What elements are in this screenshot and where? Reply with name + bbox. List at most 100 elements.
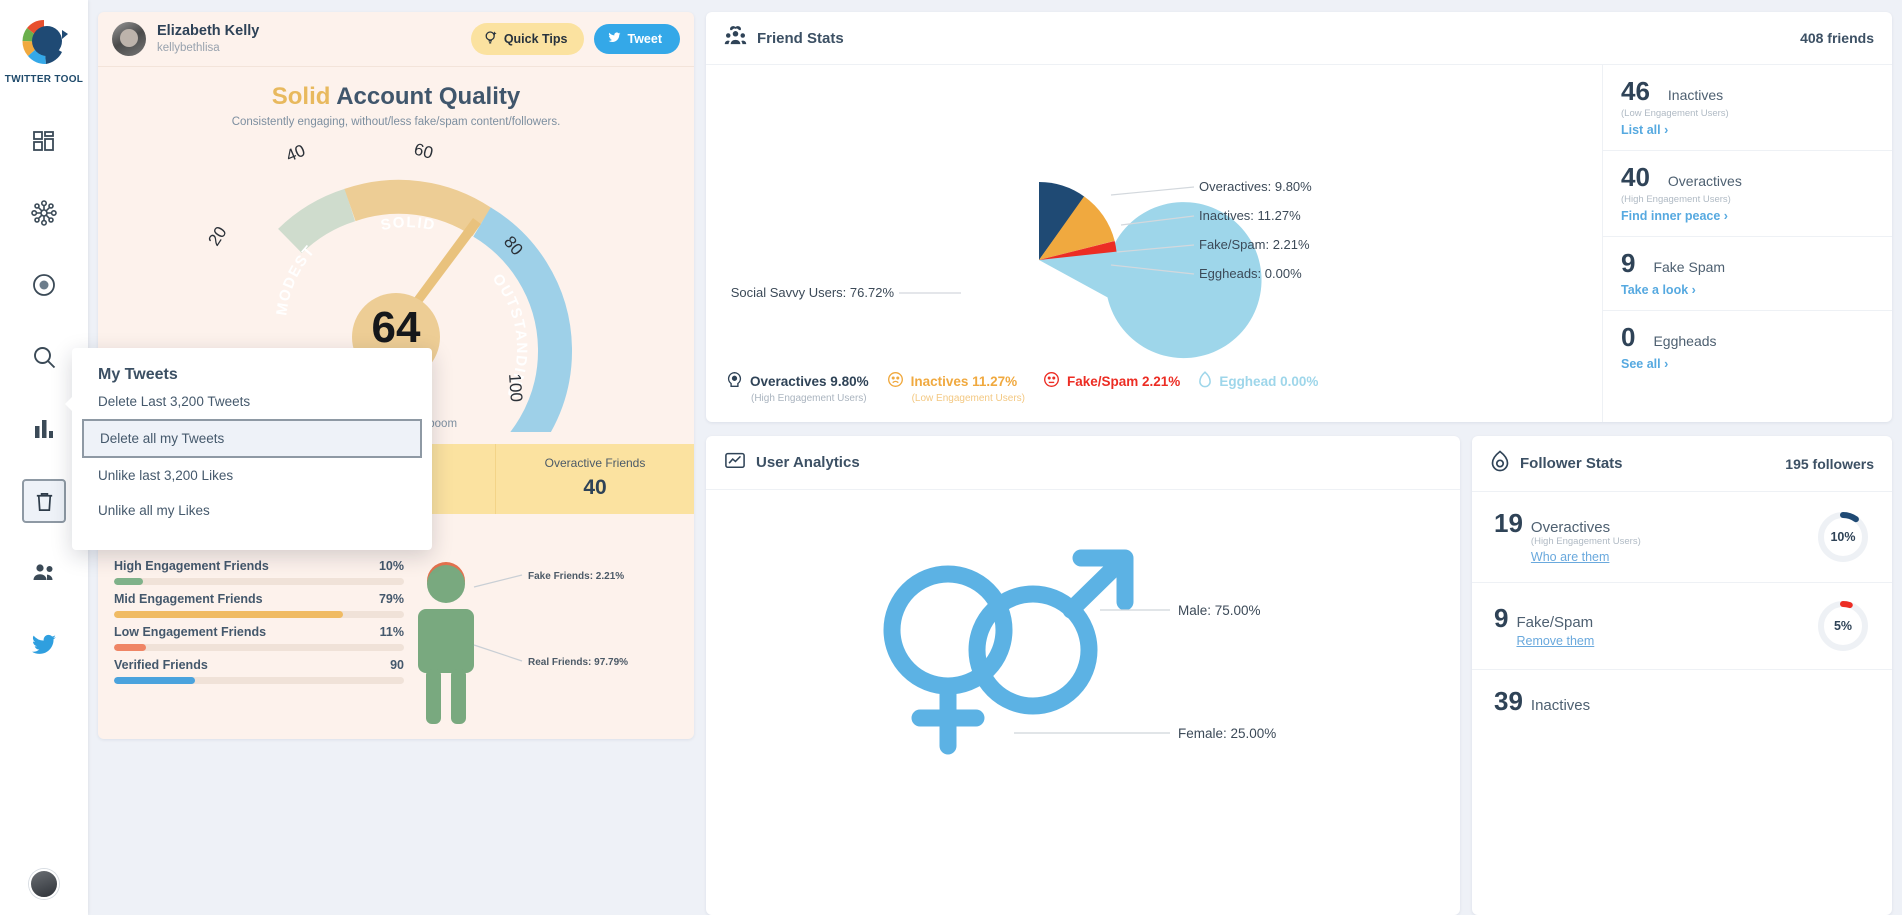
follower-row-overactives: 19 Overactives (High Engagement Users) W… [1472, 492, 1892, 583]
bar-row: Low Engagement Friends 11% [114, 625, 404, 651]
bar-row: Mid Engagement Friends 79% [114, 592, 404, 618]
sidebar-item-delete[interactable] [22, 479, 66, 523]
sidebar-item-twitter[interactable] [22, 623, 66, 667]
user-avatar[interactable] [29, 869, 59, 899]
user-analytics-title: User Analytics [756, 454, 860, 471]
person-figure-icon: Fake Friends: 2.21% Real Friends: 97.79% [418, 562, 628, 724]
legend-item-inactives: Inactives 11.27% (Low Engagement Users) [887, 371, 1025, 404]
friend-count-label: Overactive Friends [544, 456, 646, 470]
sidebar-item-friends[interactable] [22, 551, 66, 595]
svg-text:Eggheads: 0.00%: Eggheads: 0.00% [1199, 266, 1302, 281]
sidebar-item-target[interactable] [22, 263, 66, 307]
bar-track [114, 677, 404, 684]
profile-name: Elizabeth Kelly [157, 23, 260, 40]
side-stat-link[interactable]: See all › [1621, 357, 1668, 371]
svg-text:Overactives: 9.80%: Overactives: 9.80% [1199, 179, 1312, 194]
follower-row-donut: 10% [1816, 510, 1870, 564]
overactive-icon [726, 371, 743, 391]
side-stat-number: 46 [1621, 76, 1650, 106]
engagement-bars: High Engagement Friends 10% Mid Engageme… [114, 559, 404, 729]
circleboom-logo-icon [18, 16, 70, 68]
bar-fill [114, 578, 143, 585]
avatar [112, 22, 146, 56]
follower-row-link[interactable]: Remove them [1516, 634, 1594, 648]
app-logo-label: TWITTER TOOL [4, 74, 84, 85]
follower-row-number: 19 [1494, 508, 1523, 538]
svg-text:Fake Friends: 2.21%: Fake Friends: 2.21% [528, 571, 624, 582]
side-stat-inactives: 46 Inactives (Low Engagement Users) List… [1603, 65, 1892, 151]
quality-title-accent: Solid [271, 83, 331, 110]
side-stat-link[interactable]: Find inner peace › [1621, 209, 1728, 223]
svg-text:Fake/Spam: 2.21%: Fake/Spam: 2.21% [1199, 237, 1310, 252]
page-title: Solid Account Quality [98, 83, 694, 111]
user-analytics-header: User Analytics [706, 436, 1460, 490]
legend-sub: (High Engagement Users) [751, 393, 867, 404]
svg-text:40: 40 [283, 141, 308, 166]
right-column: Friend Stats 408 friends Overactives: 9.… [706, 12, 1892, 915]
svg-text:Female: 25.00%: Female: 25.00% [1178, 726, 1276, 741]
side-stat-eggheads: 0 Eggheads See all › [1603, 311, 1892, 384]
analytics-icon [724, 450, 746, 475]
side-stat-overactives: 40 Overactives (High Engagement Users) F… [1603, 151, 1892, 237]
legend-item-overactives: Overactives 9.80% (High Engagement Users… [726, 371, 869, 404]
sidebar-item-network[interactable] [22, 191, 66, 235]
my-tweets-menu: My Tweets Delete Last 3,200 Tweets Delet… [65, 348, 432, 550]
gender-svg: Male: 75.00% Female: 25.00% [883, 549, 1276, 755]
side-stat-link[interactable]: Take a look › [1621, 283, 1696, 297]
friend-stats-header: Friend Stats 408 friends [706, 12, 1892, 65]
svg-text:Inactives: 11.27%: Inactives: 11.27% [1199, 208, 1301, 223]
menu-item-unlike-all-likes[interactable]: Unlike all my Likes [72, 493, 432, 528]
follower-row-link[interactable]: Who are them [1531, 550, 1610, 564]
legend-item-egghead: Egghead 0.00% [1198, 371, 1318, 404]
bottom-row: User Analytics Male: 75.00% Female: 25.0… [706, 436, 1892, 915]
friends-characteristics-body: High Engagement Friends 10% Mid Engageme… [98, 553, 694, 739]
follower-stats-title: Follower Stats [1520, 455, 1623, 472]
follower-row-name: Fake/Spam [1516, 613, 1594, 631]
bar-label: High Engagement Friends [114, 559, 269, 573]
bar-value: 79% [378, 592, 404, 606]
twitter-bird-icon [607, 31, 622, 47]
sidebar-item-search[interactable] [22, 335, 66, 379]
bar-track [114, 611, 404, 618]
side-stat-name: Overactives [1667, 173, 1742, 189]
side-stat-name: Fake Spam [1653, 259, 1726, 275]
sidebar-item-analytics[interactable] [22, 407, 66, 451]
side-stat-name: Eggheads [1653, 333, 1717, 349]
tweet-button[interactable]: Tweet [593, 24, 680, 54]
bar-track [114, 644, 404, 651]
friend-stats-pie-chart: Overactives: 9.80% Inactives: 11.27% Fak… [706, 65, 1602, 365]
bar-label: Low Engagement Friends [114, 625, 267, 639]
quick-tips-button[interactable]: Quick Tips [470, 23, 584, 55]
svg-text:Real Friends: 97.79%: Real Friends: 97.79% [528, 657, 628, 668]
follower-stats-header: Follower Stats 195 followers [1472, 436, 1892, 492]
pie-svg: Overactives: 9.80% Inactives: 11.27% Fak… [731, 179, 1312, 359]
friend-stats-card: Friend Stats 408 friends Overactives: 9.… [706, 12, 1892, 422]
app-root: TWITTER TOOL Elizabeth Kelly kellybethli… [0, 0, 1902, 915]
follower-stats-count: 195 followers [1785, 455, 1874, 472]
egg-icon [1198, 371, 1212, 391]
side-stat-number: 40 [1621, 162, 1650, 192]
friend-stats-side-panel: 46 Inactives (Low Engagement Users) List… [1602, 65, 1892, 422]
legend-item-fake-spam: Fake/Spam 2.21% [1043, 371, 1180, 404]
follower-row-percent: 5% [1833, 619, 1853, 633]
user-analytics-card: User Analytics Male: 75.00% Female: 25.0… [706, 436, 1460, 915]
svg-text:Male: 75.00%: Male: 75.00% [1178, 603, 1261, 618]
tweet-label: Tweet [627, 32, 663, 46]
svg-text:20: 20 [204, 223, 230, 249]
menu-arrow-icon [65, 396, 73, 412]
side-stat-link[interactable]: List all › [1621, 123, 1668, 137]
gauge-value: 64 [371, 303, 421, 352]
follower-row-number: 9 [1494, 602, 1509, 633]
bar-track [114, 578, 404, 585]
menu-item-delete-all-tweets[interactable]: Delete all my Tweets [82, 419, 422, 458]
app-logo[interactable]: TWITTER TOOL [5, 16, 83, 85]
friend-stats-count: 408 friends [1800, 30, 1874, 46]
menu-item-unlike-last-3200[interactable]: Unlike last 3,200 Likes [72, 458, 432, 493]
svg-text:60: 60 [412, 140, 435, 163]
sidebar-item-dashboard[interactable] [22, 119, 66, 163]
side-stat-number: 9 [1621, 248, 1636, 278]
friend-stats-title: Friend Stats [757, 29, 844, 47]
side-stat-sub: (High Engagement Users) [1621, 194, 1731, 205]
menu-item-delete-last-3200[interactable]: Delete Last 3,200 Tweets [72, 384, 432, 419]
side-stat-number: 0 [1621, 322, 1636, 352]
